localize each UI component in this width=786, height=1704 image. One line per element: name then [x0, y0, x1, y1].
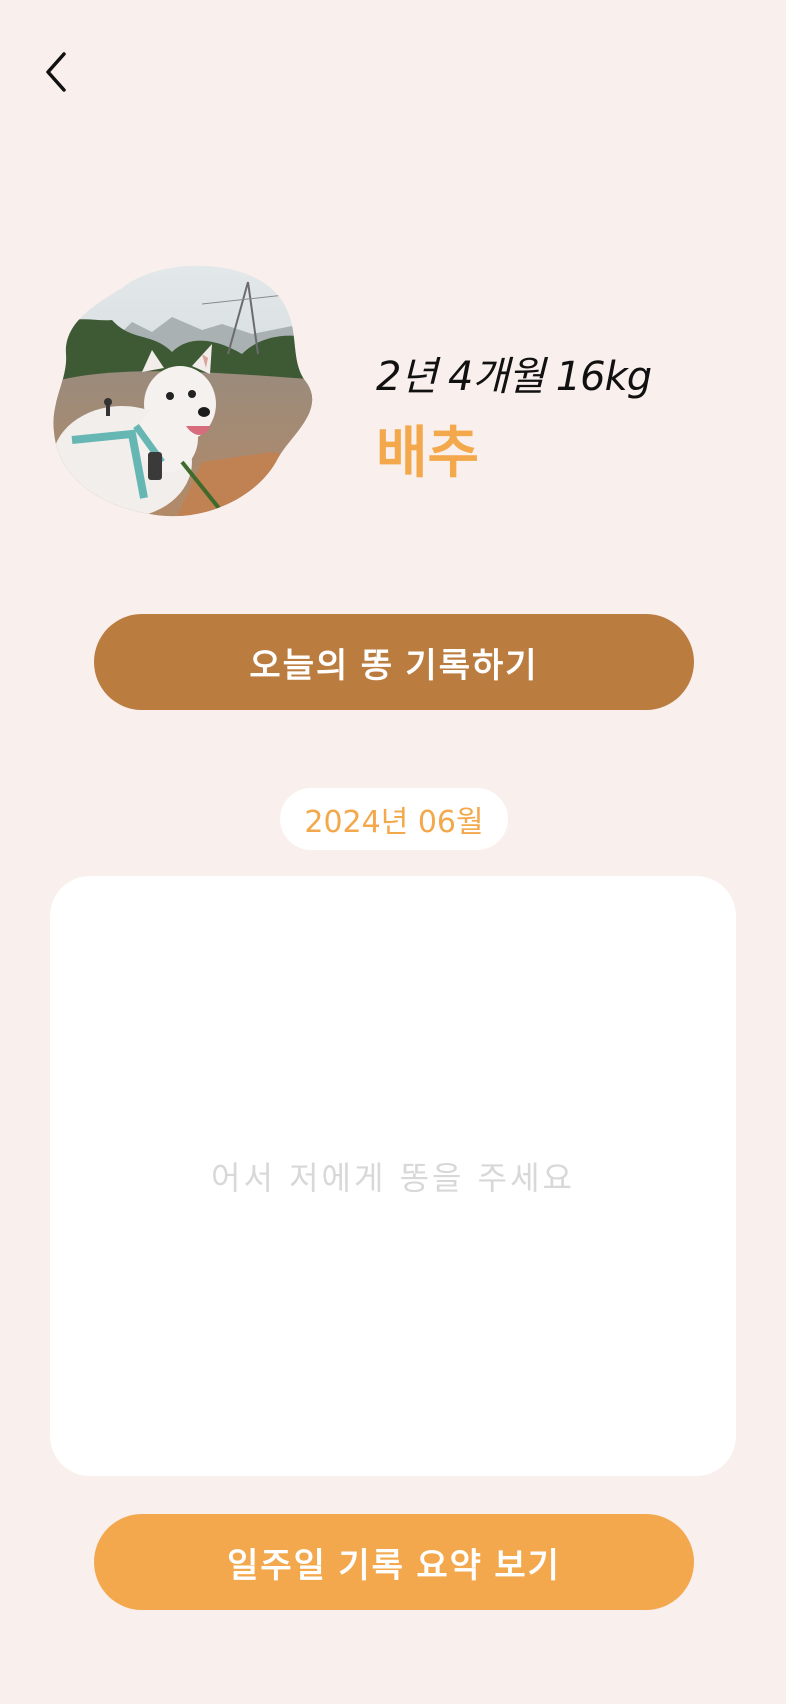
empty-message: 어서 저에게 똥을 주세요 — [211, 1159, 575, 1197]
profile-photo — [52, 262, 320, 528]
age-weight-label: 2년 4개월 16kg — [376, 354, 652, 400]
dog-name: 배추 — [376, 421, 480, 486]
chevron-left-icon — [46, 52, 66, 92]
record-card: 어서 저에게 똥을 주세요 — [50, 876, 736, 1476]
record-today-button[interactable]: 오늘의 똥 기록하기 — [94, 614, 694, 710]
weekly-summary-button[interactable]: 일주일 기록 요약 보기 — [94, 1514, 694, 1610]
back-button[interactable] — [36, 44, 76, 100]
month-selector[interactable]: 2024년 06월 — [280, 788, 508, 850]
profile-info: 2년 4개월 16kg 배추 — [376, 344, 652, 489]
